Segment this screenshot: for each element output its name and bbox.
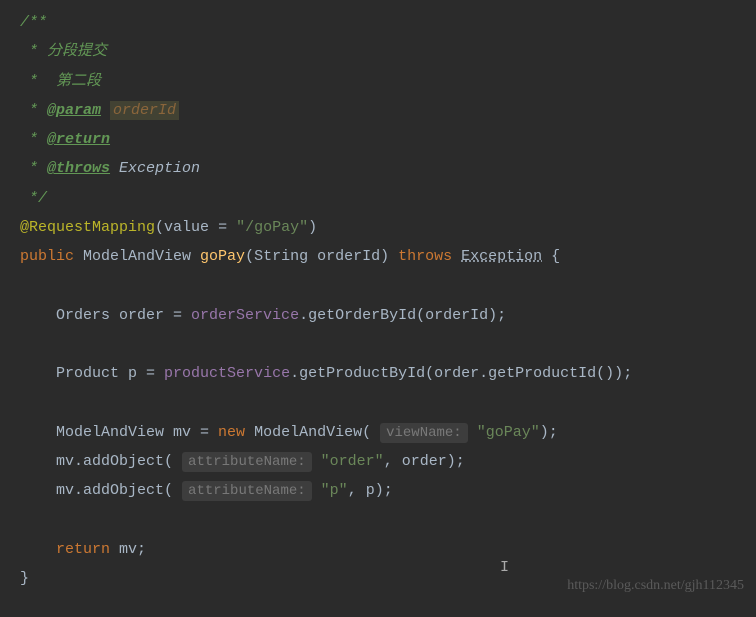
blank-line	[20, 330, 756, 359]
statement: mv.addObject( attributeName: "order", or…	[20, 447, 756, 476]
javadoc-open: /**	[20, 8, 756, 37]
blank-line	[20, 505, 756, 534]
watermark-text: https://blog.csdn.net/gjh112345	[567, 572, 744, 599]
javadoc-return: * @return	[20, 125, 756, 154]
annotation-line: @RequestMapping(value = "/goPay")	[20, 213, 756, 242]
javadoc-param: * @param orderId	[20, 96, 756, 125]
text-cursor-icon: I	[500, 553, 509, 582]
return-statement: return mv;	[20, 535, 756, 564]
method-signature: public ModelAndView goPay(String orderId…	[20, 242, 756, 271]
param-hint: viewName:	[380, 423, 468, 443]
javadoc-line: * 分段提交	[20, 37, 756, 66]
blank-line	[20, 388, 756, 417]
blank-line	[20, 271, 756, 300]
statement: ModelAndView mv = new ModelAndView( view…	[20, 418, 756, 447]
statement: Product p = productService.getProductByI…	[20, 359, 756, 388]
param-hint: attributeName:	[182, 452, 312, 472]
statement: mv.addObject( attributeName: "p", p);	[20, 476, 756, 505]
param-hint: attributeName:	[182, 481, 312, 501]
code-editor[interactable]: /** * 分段提交 * 第二段 * @param orderId * @ret…	[20, 8, 756, 593]
javadoc-line: * 第二段	[20, 67, 756, 96]
statement: Orders order = orderService.getOrderById…	[20, 301, 756, 330]
javadoc-close: */	[20, 184, 756, 213]
javadoc-throws: * @throws Exception	[20, 154, 756, 183]
